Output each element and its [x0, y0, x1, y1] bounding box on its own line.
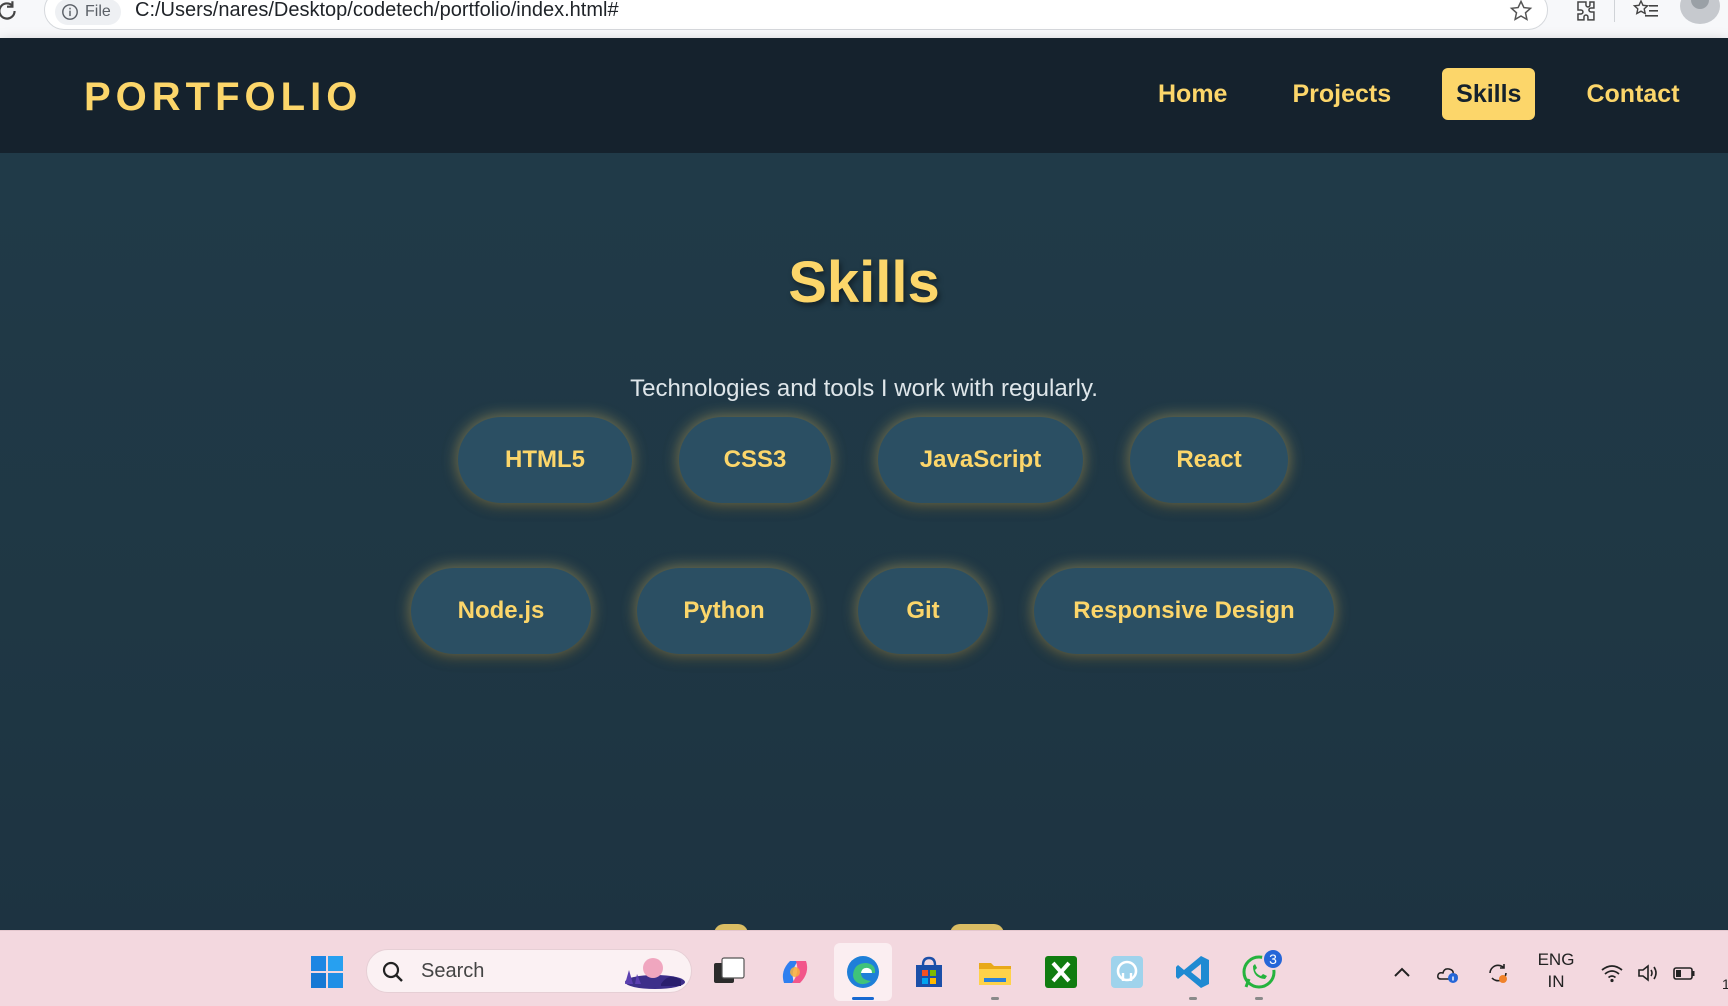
skill-pill-javascript[interactable]: JavaScript — [878, 417, 1083, 503]
clock-partial[interactable]: 1 — [1722, 976, 1728, 992]
edge-browser-icon[interactable] — [844, 953, 882, 991]
section-subtitle: Technologies and tools I work with regul… — [630, 375, 1098, 402]
show-hidden-icons-chevron-icon[interactable] — [1390, 961, 1414, 985]
profile-avatar-icon[interactable] — [1680, 0, 1720, 24]
volume-icon[interactable] — [1636, 961, 1660, 985]
nav-contact-link[interactable]: Contact — [1572, 68, 1693, 120]
nav-projects-link[interactable]: Projects — [1278, 68, 1405, 120]
explorer-running-indicator — [991, 997, 999, 1000]
toolbar-divider — [1614, 0, 1615, 22]
vscode-running-indicator — [1189, 997, 1197, 1000]
language-region: IN — [1547, 972, 1565, 991]
url-text[interactable]: C:/Users/nares/Desktop/codetech/portfoli… — [135, 0, 619, 22]
search-highlight-illustration-icon — [625, 958, 685, 989]
nav-home-link[interactable]: Home — [1144, 68, 1241, 120]
taskbar: Search 3 ENG IN 1 — [0, 930, 1728, 1006]
skill-pill-react[interactable]: React — [1130, 417, 1288, 503]
bookmark-star-icon[interactable] — [1509, 0, 1533, 23]
onedrive-cloud-icon[interactable] — [1436, 961, 1460, 985]
vscode-icon[interactable] — [1174, 953, 1212, 991]
favorites-icon[interactable] — [1632, 0, 1660, 24]
main-nav: Home Projects Skills Contact — [1144, 68, 1694, 120]
battery-icon[interactable] — [1672, 961, 1696, 985]
app-launcher-icon[interactable] — [1108, 953, 1146, 991]
search-icon — [382, 961, 403, 982]
address-bar[interactable]: File C:/Users/nares/Desktop/codetech/por… — [44, 0, 1548, 30]
next-section-title-peek — [700, 920, 1020, 930]
site-info-button[interactable]: File — [55, 0, 121, 25]
sync-icon[interactable] — [1486, 961, 1510, 985]
skill-pill-html5[interactable]: HTML5 — [458, 417, 632, 503]
microsoft-store-icon[interactable] — [910, 953, 948, 991]
nav-skills-link[interactable]: Skills — [1442, 68, 1536, 120]
language-indicator[interactable]: ENG IN — [1536, 949, 1576, 993]
file-explorer-icon[interactable] — [976, 953, 1014, 991]
whatsapp-notification-badge: 3 — [1262, 948, 1284, 970]
language-code: ENG — [1537, 950, 1575, 969]
xbox-icon[interactable] — [1042, 953, 1080, 991]
reload-icon[interactable] — [0, 0, 20, 24]
copilot-icon[interactable] — [776, 953, 814, 991]
edge-running-indicator — [852, 997, 874, 1000]
skill-pill-git[interactable]: Git — [858, 568, 988, 654]
whatsapp-running-indicator — [1255, 997, 1263, 1000]
search-placeholder: Search — [421, 960, 485, 982]
section-title: Skills — [788, 250, 940, 315]
skill-pill-css3[interactable]: CSS3 — [679, 417, 831, 503]
taskbar-search[interactable]: Search — [366, 949, 692, 993]
windows-start-icon[interactable] — [310, 955, 344, 989]
wifi-icon[interactable] — [1600, 961, 1624, 985]
skill-pill-python[interactable]: Python — [637, 568, 811, 654]
browser-toolbar: File C:/Users/nares/Desktop/codetech/por… — [0, 0, 1728, 38]
extensions-puzzle-icon[interactable] — [1572, 0, 1598, 24]
site-header: PORTFOLIO Home Projects Skills Contact — [0, 38, 1728, 153]
file-label: File — [85, 3, 111, 20]
skill-pill-responsive-design[interactable]: Responsive Design — [1034, 568, 1334, 654]
skills-section: Skills Technologies and tools I work wit… — [0, 153, 1728, 930]
site-logo[interactable]: PORTFOLIO — [84, 75, 362, 120]
task-view-icon[interactable] — [710, 953, 748, 991]
info-icon — [62, 4, 78, 20]
skill-pill-nodejs[interactable]: Node.js — [411, 568, 591, 654]
